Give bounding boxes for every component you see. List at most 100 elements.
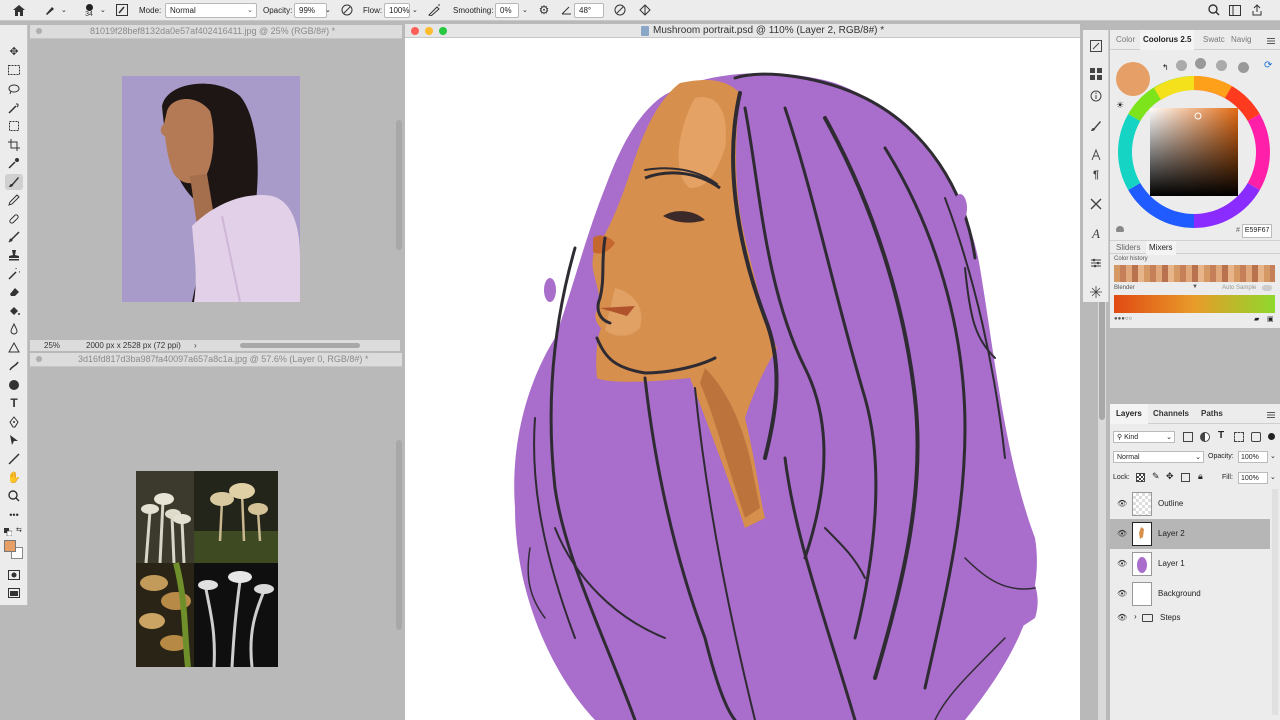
flow-field[interactable]: 100% (384, 3, 410, 18)
harmony-dot-icon[interactable] (1216, 60, 1227, 71)
filter-pixel-icon[interactable] (1183, 432, 1193, 442)
tab-channels[interactable]: Channels (1153, 404, 1189, 424)
scrollbar-thumb[interactable] (1099, 300, 1105, 420)
clone-stamp-tool-icon[interactable] (5, 229, 23, 245)
screen-mode-icon[interactable] (5, 585, 23, 601)
paragraph-panel-icon[interactable]: ¶ (1088, 167, 1104, 183)
chevron-down-icon[interactable]: ⌄ (1270, 452, 1276, 460)
tab-swatches[interactable]: Swatc (1203, 30, 1225, 50)
paint-bucket-tool-icon[interactable] (5, 303, 23, 319)
pencil-tool-icon[interactable] (5, 192, 23, 208)
mode-select[interactable]: Normal ⌄ (165, 3, 257, 18)
color-panel-icon[interactable] (1088, 38, 1104, 54)
doc2-tab[interactable]: 3d16fd817d3ba987fa40097a657a8c1a.jpg @ 5… (30, 353, 402, 367)
pressure-opacity-icon[interactable] (340, 3, 354, 17)
sponge-tool-icon[interactable] (5, 377, 23, 393)
pen-tool-icon[interactable] (5, 414, 23, 430)
symmetry-icon[interactable] (638, 3, 652, 17)
blend-mode-select[interactable]: Normal ⌄ (1113, 451, 1204, 463)
pressure-size-icon[interactable] (613, 3, 627, 17)
more-tools-icon[interactable]: ••• (5, 507, 23, 523)
quick-mask-icon[interactable] (5, 567, 23, 583)
chevron-down-icon[interactable]: ⌄ (412, 3, 418, 18)
close-icon[interactable] (36, 28, 42, 34)
move-tool-icon[interactable]: ✥ (5, 43, 23, 59)
chevron-down-icon[interactable]: ▼ (1192, 284, 1198, 290)
folder-icon[interactable]: ▰ (1254, 315, 1259, 323)
smudge-tool-icon[interactable] (5, 358, 23, 374)
tab-paths[interactable]: Paths (1201, 404, 1223, 424)
stamp-tool-icon[interactable] (5, 247, 23, 263)
eye-icon[interactable]: 👁︎ (1117, 560, 1127, 568)
color-harmony-icons[interactable]: ↰ ⟳ (1162, 58, 1274, 76)
tab-coolorus[interactable]: Coolorus 2.5 (1140, 30, 1195, 50)
path-select-tool-icon[interactable] (5, 432, 23, 448)
chevron-down-icon[interactable]: ⌄ (522, 3, 528, 18)
share-icon[interactable] (1250, 3, 1264, 17)
default-colors-icon[interactable] (4, 527, 13, 537)
brush-size-picker[interactable]: 34 (82, 0, 96, 21)
crop-tool-icon[interactable] (5, 137, 23, 153)
doc1-canvas-area[interactable] (30, 39, 402, 340)
doc1-scrollbar[interactable] (396, 120, 402, 250)
lock-transparent-icon[interactable] (1136, 473, 1145, 482)
lock-artboard-icon[interactable] (1181, 473, 1190, 482)
history-brush-tool-icon[interactable] (5, 266, 23, 282)
doc2-scrollbar[interactable] (396, 440, 402, 630)
doc1-zoom[interactable]: 25% (44, 340, 60, 351)
layer-row-outline[interactable]: 👁︎ Outline (1110, 489, 1270, 519)
layer-row-background[interactable]: 👁︎ Background (1110, 579, 1270, 609)
brush-preset-icon[interactable] (42, 3, 58, 17)
eye-icon[interactable]: 👁︎ (1117, 590, 1127, 598)
line-tool-icon[interactable] (5, 451, 23, 467)
lock-position-icon[interactable]: ✥ (1166, 471, 1174, 482)
minimize-window-button[interactable] (425, 27, 433, 35)
hand-tool-icon[interactable]: ✋ (5, 469, 23, 485)
type-tool-icon[interactable]: T (5, 395, 23, 411)
adjustments-panel-icon[interactable] (1088, 255, 1104, 271)
lasso-tool-icon[interactable] (5, 81, 23, 97)
info-icon[interactable] (1088, 88, 1104, 104)
glyphs-panel-icon[interactable]: A (1088, 226, 1104, 242)
gear-icon[interactable]: ⚙ (537, 3, 551, 17)
zoom-tool-icon[interactable] (5, 488, 23, 504)
magic-wand-tool-icon[interactable] (5, 100, 23, 116)
auto-sample-toggle[interactable] (1262, 285, 1272, 291)
harmony-dot-icon[interactable] (1238, 62, 1249, 73)
hex-field[interactable]: # E59F67 (1236, 224, 1276, 238)
fill-field[interactable]: 100% (1238, 472, 1268, 484)
blur-tool-icon[interactable] (5, 321, 23, 337)
object-select-tool-icon[interactable] (5, 118, 23, 134)
swatches-panel-icon[interactable] (1088, 66, 1104, 82)
filter-toggle-icon[interactable] (1268, 433, 1275, 440)
eye-icon[interactable]: 👁︎ (1117, 530, 1127, 538)
foreground-color-swatch[interactable] (4, 540, 16, 552)
lock-image-icon[interactable]: ✎ (1152, 471, 1160, 482)
spot-healing-tool-icon[interactable] (5, 211, 23, 227)
panel-menu-icon[interactable] (1267, 37, 1275, 46)
color-wheel[interactable] (1114, 54, 1272, 232)
dodge-tool-icon[interactable] (5, 340, 23, 356)
home-icon[interactable] (12, 3, 26, 17)
chevron-down-icon[interactable]: ⌄ (100, 3, 106, 18)
tab-sliders[interactable]: Sliders (1116, 241, 1140, 255)
tool-presets-icon[interactable] (1088, 196, 1104, 212)
chevron-down-icon[interactable]: ⌄ (1270, 473, 1276, 481)
layer-filter-select[interactable]: ⚲ Kind ⌄ (1113, 431, 1175, 443)
doc1-tab[interactable]: 81019f28bef8132da0e57af402416411.jpg @ 2… (30, 25, 402, 39)
close-window-button[interactable] (411, 27, 419, 35)
harmony-dot-icon[interactable] (1195, 58, 1206, 69)
filter-type-icon[interactable]: T (1218, 430, 1224, 441)
panel-menu-icon[interactable] (1267, 411, 1275, 420)
layer-opacity-field[interactable]: 100% (1238, 451, 1268, 463)
harmony-dot-icon[interactable] (1176, 60, 1187, 71)
brush-settings-panel-icon[interactable] (1088, 118, 1104, 134)
tab-layers[interactable]: Layers (1110, 404, 1148, 424)
airbrush-icon[interactable] (427, 3, 441, 17)
doc1-hscrollbar[interactable] (240, 343, 360, 348)
marquee-tool-icon[interactable] (5, 62, 23, 78)
layers-scrollbar[interactable] (1272, 489, 1278, 715)
tab-navigator[interactable]: Navig (1231, 30, 1251, 50)
filter-adjustment-icon[interactable] (1200, 432, 1210, 442)
lock-all-icon[interactable]: 🔒︎ (1198, 471, 1203, 482)
